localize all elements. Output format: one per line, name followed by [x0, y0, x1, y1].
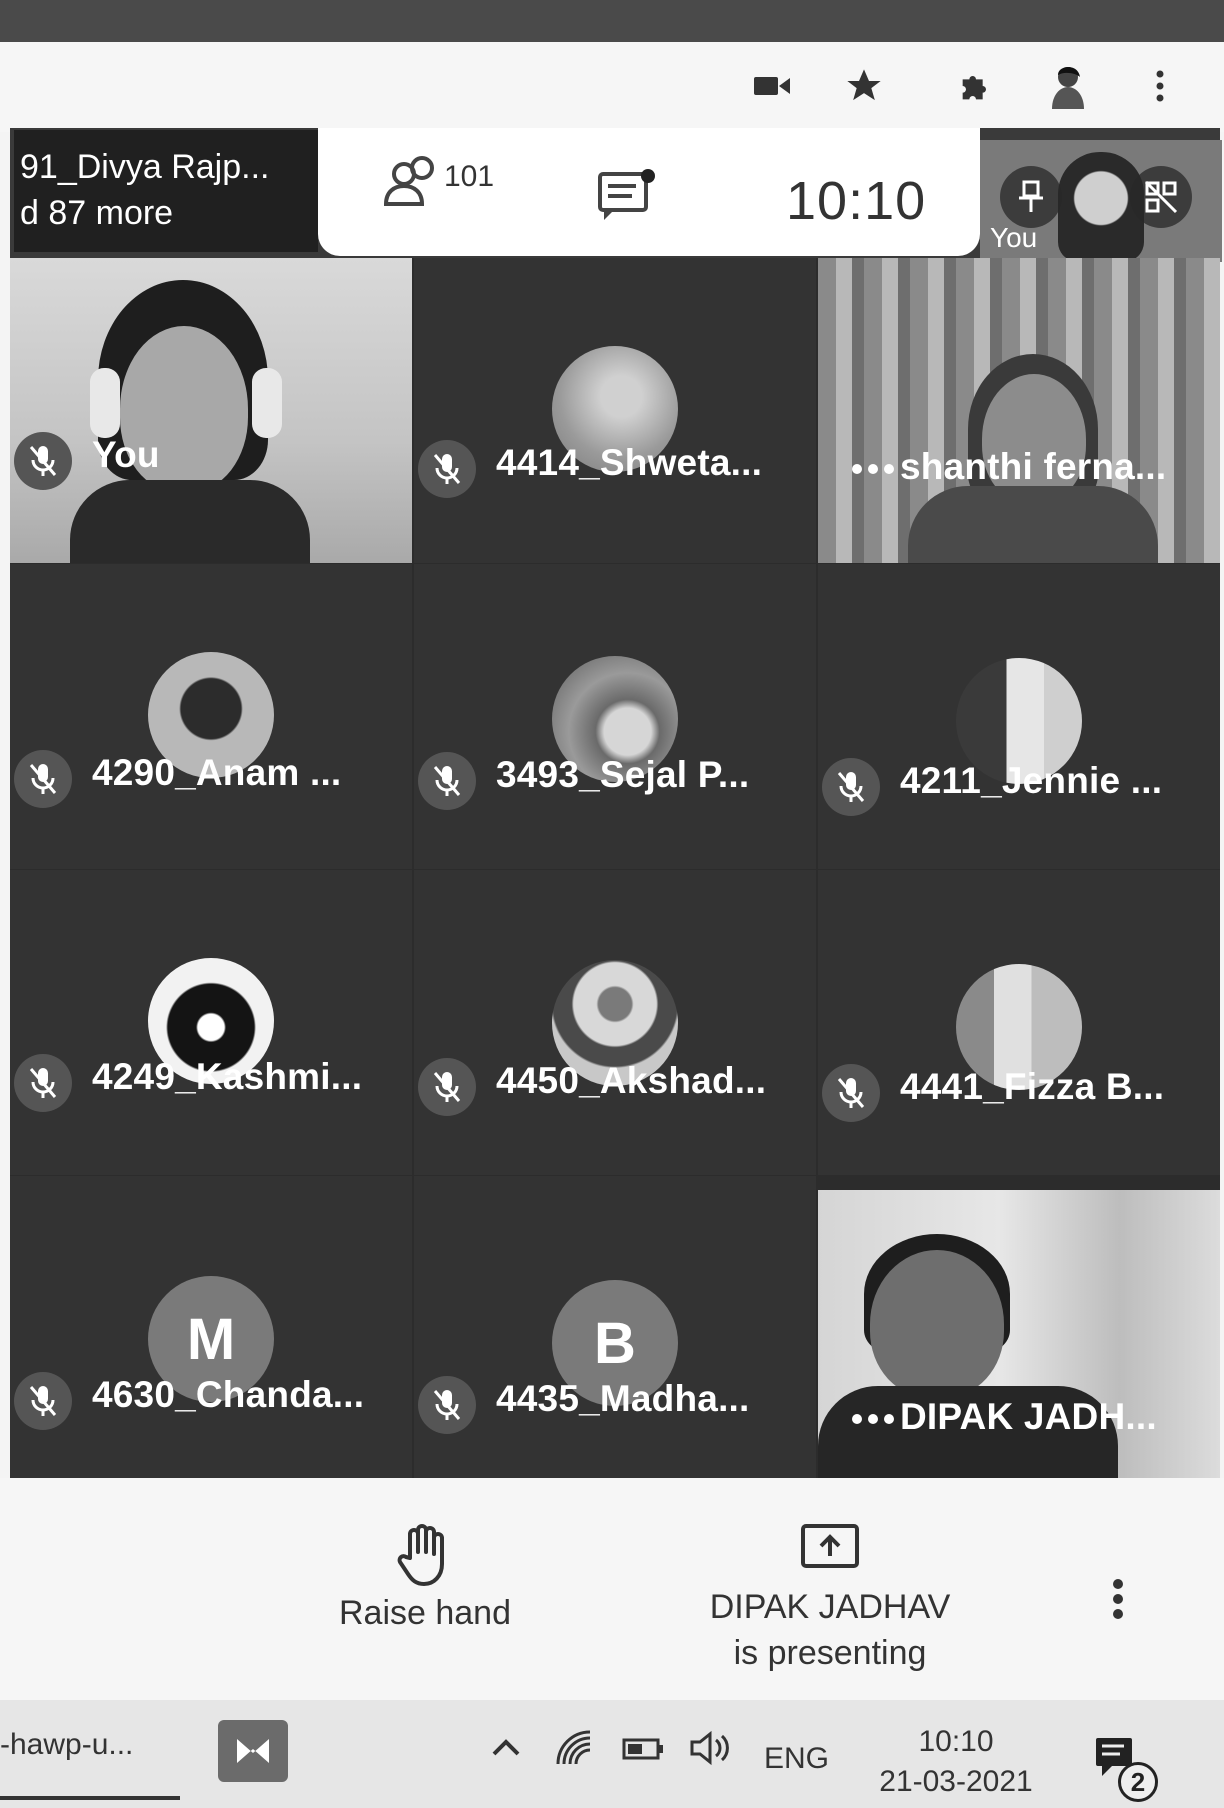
participant-tile[interactable]: shanthi ferna... — [818, 258, 1220, 563]
presenting-status-text: is presenting — [733, 1634, 927, 1672]
mic-off-icon — [822, 1064, 880, 1122]
participant-name: 3493_Sejal P... — [496, 754, 750, 795]
chevron-up-icon[interactable] — [486, 1728, 526, 1773]
participant-tile[interactable]: B 4435_Madha... — [414, 1176, 816, 1481]
participant-tile[interactable]: 4211_Jennie ... — [818, 564, 1220, 869]
audio-indicator — [852, 1414, 894, 1424]
volume-icon[interactable] — [688, 1728, 734, 1773]
raise-hand-button[interactable]: Raise hand — [310, 1522, 540, 1633]
wifi-icon[interactable] — [554, 1728, 598, 1773]
mic-off-icon — [418, 752, 476, 810]
participant-name: 4441_Fizza B... — [900, 1066, 1165, 1107]
join-notification[interactable]: 91_Divya Rajp... d 87 more — [14, 130, 318, 252]
people-icon[interactable] — [382, 152, 446, 213]
participant-tile[interactable]: 3493_Sejal P... — [414, 564, 816, 869]
present-icon — [680, 1522, 980, 1584]
chat-icon[interactable] — [596, 168, 660, 227]
audio-indicator — [852, 464, 894, 474]
more-options-icon[interactable] — [1110, 1576, 1126, 1627]
participant-name: 4249_Kashmi... — [92, 1056, 363, 1097]
participant-tile[interactable]: 4249_Kashmi... — [10, 870, 412, 1175]
taskbar-app-label[interactable]: -hawp-u... — [0, 1728, 133, 1762]
system-clock[interactable]: 10:10 21-03-2021 — [866, 1722, 1046, 1802]
participant-name: 4450_Akshad... — [496, 1060, 767, 1101]
hide-tile-icon[interactable] — [1130, 166, 1192, 228]
extensions-icon[interactable] — [952, 62, 1000, 110]
meeting-controls: Raise hand DIPAK JADHAV is presenting — [0, 1478, 1224, 1700]
window-top-edge — [0, 0, 1224, 42]
participant-tile[interactable]: 4290_Anam ... — [10, 564, 412, 869]
participant-tile[interactable]: DIPAK JADH... — [818, 1190, 1220, 1478]
notification-count-badge: 2 — [1118, 1762, 1158, 1802]
self-preview-label: You — [990, 222, 1038, 253]
mic-off-icon — [14, 1054, 72, 1112]
mic-off-icon — [14, 432, 72, 490]
mic-off-icon — [14, 1372, 72, 1430]
participant-tile[interactable]: 4441_Fizza B... — [818, 870, 1220, 1175]
mic-off-icon — [418, 1058, 476, 1116]
participant-name: You — [92, 434, 160, 475]
system-time: 10:10 — [918, 1725, 994, 1758]
mic-off-icon — [14, 750, 72, 808]
profile-icon[interactable] — [1044, 62, 1092, 110]
mic-off-icon — [418, 440, 476, 498]
input-language[interactable]: ENG — [764, 1742, 829, 1776]
participant-name: shanthi ferna... — [900, 446, 1167, 487]
participant-tile[interactable]: You — [10, 258, 412, 563]
participant-grid: You 4414_Shweta... shanthi ferna... 4290… — [10, 258, 1220, 1481]
mic-off-icon — [822, 758, 880, 816]
participant-name: 4630_Chanda... — [92, 1374, 365, 1415]
participant-tile[interactable]: M 4630_Chanda... — [10, 1176, 412, 1481]
participant-tile[interactable]: 4414_Shweta... — [414, 258, 816, 563]
participant-tile[interactable]: 4450_Akshad... — [414, 870, 816, 1175]
taskbar-active-indicator — [0, 1796, 180, 1800]
system-date: 21-03-2021 — [879, 1765, 1033, 1798]
self-preview-tile[interactable]: You — [980, 140, 1222, 262]
star-icon[interactable] — [840, 62, 888, 110]
camera-icon[interactable] — [748, 62, 796, 110]
join-notification-line2: d 87 more — [20, 194, 174, 232]
presentation-status[interactable]: DIPAK JADHAV is presenting — [680, 1522, 980, 1676]
presenter-name: DIPAK JADHAV — [709, 1588, 951, 1626]
participant-name: 4414_Shweta... — [496, 442, 763, 483]
participant-name: 4211_Jennie ... — [900, 760, 1163, 801]
browser-toolbar — [0, 42, 1224, 132]
meet-app-icon[interactable] — [218, 1720, 288, 1782]
participant-name: DIPAK JADH... — [900, 1396, 1157, 1437]
join-notification-line1: 91_Divya Rajp... — [20, 148, 270, 186]
battery-icon[interactable] — [620, 1728, 668, 1773]
participant-count: 101 — [444, 160, 495, 193]
raise-hand-label: Raise hand — [338, 1594, 511, 1632]
participant-name: 4435_Madha... — [496, 1378, 750, 1419]
mic-off-icon — [418, 1376, 476, 1434]
more-vert-icon[interactable] — [1136, 62, 1184, 110]
meeting-clock: 10:10 — [786, 171, 927, 231]
taskbar: -hawp-u... ENG 10:10 21-03-2021 2 — [0, 1700, 1224, 1808]
participant-name: 4290_Anam ... — [92, 752, 342, 793]
meeting-info-bar: 101 10:10 — [318, 128, 980, 256]
hand-icon — [310, 1522, 540, 1594]
pin-icon[interactable] — [1000, 166, 1062, 228]
